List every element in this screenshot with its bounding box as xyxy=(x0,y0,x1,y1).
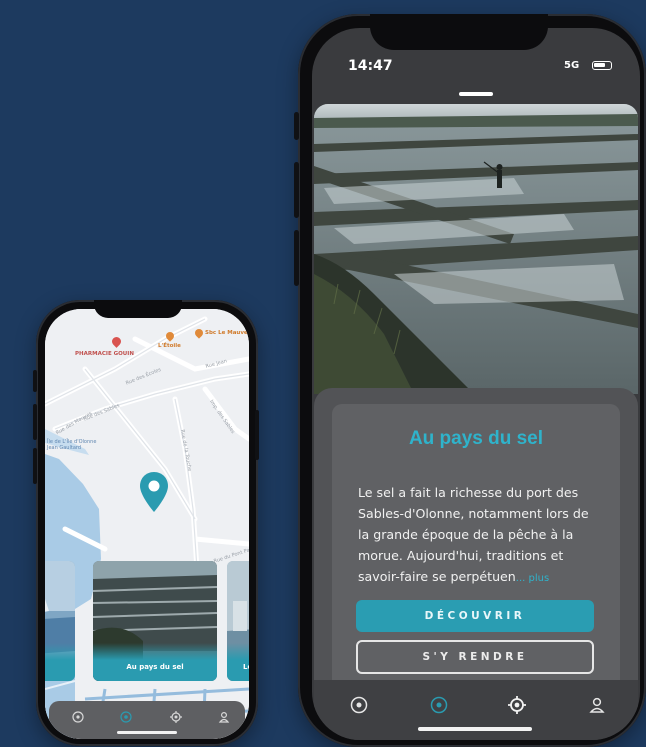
poi-label-etoile: L'Étoile xyxy=(158,343,181,349)
place-card-next[interactable]: Le xyxy=(227,561,249,681)
place-card-carousel[interactable]: Au pays du sel Le xyxy=(45,561,249,683)
discover-button[interactable]: DÉCOUVRIR xyxy=(356,600,594,632)
place-description: Le sel a fait la richesse du port des Sa… xyxy=(358,485,589,584)
volume-up-button xyxy=(33,404,37,440)
profile-icon[interactable] xyxy=(217,711,231,725)
read-more-link[interactable]: ... plus xyxy=(516,573,549,584)
discover-icon[interactable] xyxy=(71,711,85,725)
volume-down-button xyxy=(294,230,299,286)
locate-icon[interactable] xyxy=(508,696,528,716)
place-card-label: Au pays du sel xyxy=(93,643,217,681)
battery-icon xyxy=(592,61,612,70)
power-button xyxy=(255,410,259,460)
profile-icon[interactable] xyxy=(588,696,608,716)
large-phone: 14:47 5G Au pays du sel Le sel a fait la… xyxy=(294,14,646,747)
notch xyxy=(94,300,182,318)
sheet-grab-handle[interactable] xyxy=(459,92,493,96)
large-phone-screen: 14:47 5G Au pays du sel Le sel a fait la… xyxy=(312,28,640,740)
place-title: Au pays du sel xyxy=(408,428,544,449)
place-detail-card: Au pays du sel Le sel a fait la richesse… xyxy=(332,404,620,704)
small-phone: PHARMACIE GOUIN L'Étoile Sbc Le Mauve Ru… xyxy=(33,300,259,746)
hero-image-salt-marsh xyxy=(314,104,638,394)
place-card-label: Le xyxy=(227,643,249,681)
status-time: 14:47 xyxy=(348,58,393,74)
mute-switch xyxy=(294,112,299,140)
volume-down-button xyxy=(33,448,37,484)
network-label: 5G xyxy=(564,60,580,71)
map-view[interactable]: PHARMACIE GOUIN L'Étoile Sbc Le Mauve Ru… xyxy=(45,309,249,739)
location-pin-icon[interactable] xyxy=(140,472,168,512)
detail-sheet: Au pays du sel Le sel a fait la richesse… xyxy=(314,388,638,704)
place-card-previous[interactable] xyxy=(45,561,75,681)
map-icon[interactable] xyxy=(430,696,450,716)
volume-up-button xyxy=(294,162,299,218)
locate-icon[interactable] xyxy=(169,711,183,725)
place-card-au-pays-du-sel[interactable]: Au pays du sel xyxy=(93,561,217,681)
mute-switch xyxy=(33,370,37,392)
poi-label-pharmacy: PHARMACIE GOUIN xyxy=(75,351,134,357)
small-phone-screen: PHARMACIE GOUIN L'Étoile Sbc Le Mauve Ru… xyxy=(45,309,249,739)
discover-icon[interactable] xyxy=(350,696,370,716)
home-indicator[interactable] xyxy=(117,731,177,734)
bottom-tab-bar xyxy=(314,680,638,740)
area-label: Île de L'Île d'Olonne Jean Gaultard xyxy=(47,439,97,451)
map-icon[interactable] xyxy=(119,711,133,725)
directions-button[interactable]: S'Y RENDRE xyxy=(356,640,594,674)
home-indicator[interactable] xyxy=(418,727,532,731)
notch xyxy=(370,14,548,50)
poi-label-mauve: Sbc Le Mauve xyxy=(205,330,248,336)
